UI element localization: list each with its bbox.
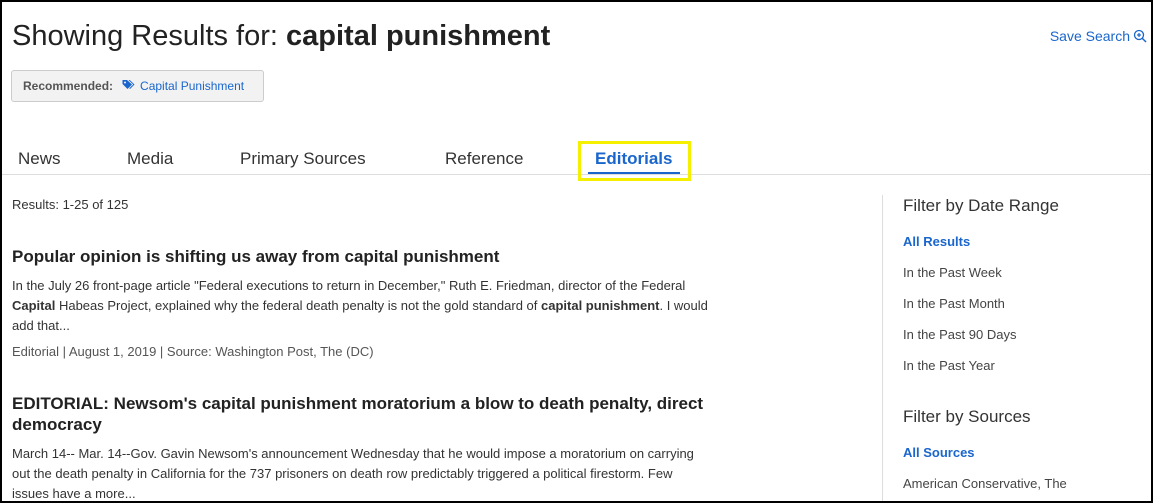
result-title-link[interactable]: EDITORIAL: Newsom's capital punishment m… bbox=[12, 393, 732, 435]
date-filter-past-90-days[interactable]: In the Past 90 Days bbox=[903, 327, 1016, 342]
date-filter-past-year[interactable]: In the Past Year bbox=[903, 358, 995, 373]
page-title: Showing Results for: capital punishment bbox=[12, 20, 550, 53]
recommended-topic-label: Capital Punishment bbox=[140, 79, 245, 93]
tab-primary-sources[interactable]: Primary Sources bbox=[240, 149, 366, 169]
content-type-tabs: News Media Primary Sources Reference Edi… bbox=[2, 140, 1151, 181]
text-segment: In the July 26 front-page article "Feder… bbox=[12, 278, 686, 293]
active-tab-indicator bbox=[588, 172, 680, 174]
result-item: Popular opinion is shifting us away from… bbox=[12, 246, 732, 359]
tab-editorials[interactable]: Editorials bbox=[595, 149, 672, 169]
tab-news[interactable]: News bbox=[18, 149, 61, 169]
text-segment: March 14-- Mar. 14--Gov. Gavin Newsom's … bbox=[12, 446, 694, 501]
highlighted-term: capital punishment bbox=[201, 394, 357, 413]
result-title-link[interactable]: Popular opinion is shifting us away from… bbox=[12, 246, 732, 267]
sidebar-divider bbox=[882, 195, 883, 501]
highlighted-term: Capital bbox=[12, 298, 56, 313]
tag-icon bbox=[122, 79, 135, 93]
source-filter-all-sources[interactable]: All Sources bbox=[903, 445, 975, 460]
date-filter-heading: Filter by Date Range bbox=[903, 196, 1059, 215]
result-snippet: In the July 26 front-page article "Feder… bbox=[12, 276, 712, 336]
highlighted-term: capital punishment bbox=[541, 298, 660, 313]
recommended-label: Recommended: bbox=[23, 79, 114, 93]
highlighted-term: capital punishment bbox=[344, 247, 500, 266]
recommended-topic-link[interactable]: Capital Punishment bbox=[122, 79, 244, 93]
page-title-prefix: Showing Results for: bbox=[12, 20, 287, 52]
result-snippet: March 14-- Mar. 14--Gov. Gavin Newsom's … bbox=[12, 444, 712, 501]
result-item: EDITORIAL: Newsom's capital punishment m… bbox=[12, 393, 732, 501]
date-filter-past-month[interactable]: In the Past Month bbox=[903, 296, 1005, 311]
result-meta: Editorial | August 1, 2019 | Source: Was… bbox=[12, 344, 374, 359]
save-search-label: Save Search bbox=[1049, 28, 1130, 44]
source-filter-american-conservative[interactable]: American Conservative, The bbox=[903, 476, 1067, 491]
results-count: Results: 1-25 of 125 bbox=[12, 197, 129, 212]
date-filter-past-week[interactable]: In the Past Week bbox=[903, 265, 1002, 280]
text-segment: Habeas Project, explained why the federa… bbox=[55, 298, 541, 313]
page-title-query: capital punishment bbox=[286, 20, 551, 52]
tab-reference[interactable]: Reference bbox=[445, 149, 523, 169]
recommended-box: Recommended: Capital Punishment bbox=[11, 70, 264, 102]
text-segment: EDITORIAL: Newsom's bbox=[12, 394, 202, 413]
zoom-plus-icon bbox=[1133, 29, 1147, 43]
search-results-page: Showing Results for: capital punishment … bbox=[0, 0, 1153, 503]
date-filter-all-results[interactable]: All Results bbox=[903, 234, 970, 249]
sources-filter-heading: Filter by Sources bbox=[903, 407, 1031, 426]
save-search-link[interactable]: Save Search bbox=[1050, 28, 1147, 44]
text-segment: Popular opinion is shifting us away from bbox=[12, 247, 345, 266]
tab-media[interactable]: Media bbox=[127, 149, 173, 169]
